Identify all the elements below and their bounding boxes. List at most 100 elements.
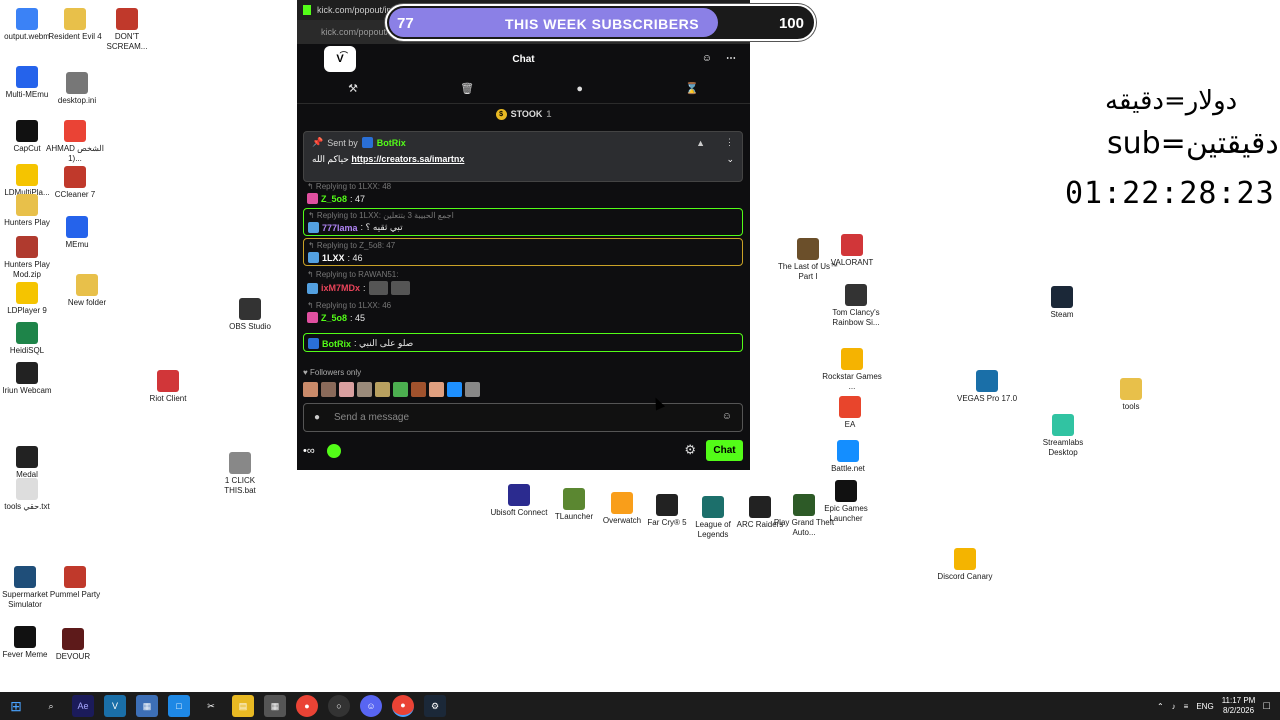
reply-context[interactable]: ↰ Replying to RAWAN51: — [307, 270, 739, 279]
emote[interactable] — [339, 382, 354, 397]
desktop-icon[interactable]: Ubisoft Connect — [488, 484, 550, 518]
discord-taskbar-icon[interactable]: ☺ — [360, 695, 382, 717]
desktop-icon[interactable]: New folder — [56, 274, 118, 308]
emote[interactable] — [393, 382, 408, 397]
chat-message[interactable]: BotRix: صلو على النبي — [303, 333, 743, 352]
desktop-icon-label: Hunters Play Mod.zip — [4, 260, 50, 279]
desktop-icon[interactable]: EA — [819, 396, 881, 430]
chevron-down-icon[interactable]: ⌄ — [726, 154, 734, 165]
kick-badge-icon[interactable] — [326, 444, 341, 458]
chat-username[interactable]: ixM7MDx — [321, 283, 360, 293]
emote[interactable] — [447, 382, 462, 397]
desktop-icon[interactable]: Iriun Webcam — [0, 362, 58, 396]
trash-icon[interactable]: 🗑 — [460, 82, 474, 95]
chat-username[interactable]: BotRix — [322, 339, 351, 349]
emote[interactable] — [390, 281, 410, 295]
desktop-icon[interactable]: LDPlayer 9 — [0, 282, 58, 316]
notifications-icon[interactable]: □ — [1263, 700, 1270, 712]
clock[interactable]: 11:17 PM 8/2/2026 — [1222, 696, 1256, 716]
pinned-link[interactable]: https://creators.sa/imartnx — [351, 154, 464, 164]
windows-start-icon[interactable]: ⊞ — [5, 695, 27, 717]
window-icon[interactable]: □ — [168, 695, 190, 717]
after-effects-icon[interactable]: Ae — [72, 695, 94, 717]
hourglass-icon[interactable]: ⌛ — [685, 82, 699, 95]
send-chat-button[interactable]: Chat — [706, 440, 743, 461]
desktop-icon[interactable]: Medal — [0, 446, 58, 480]
desktop-icon[interactable]: 1 CLICK THIS.bat — [209, 452, 271, 496]
steam-taskbar-icon[interactable]: ⚙ — [424, 695, 446, 717]
desktop-icon[interactable]: Pummel Party — [44, 566, 106, 600]
desktop-icon[interactable]: Epic Games Launcher — [815, 480, 877, 524]
desktop-icon[interactable]: desktop.ini — [46, 72, 108, 106]
chat-username[interactable]: Z_5o8 — [321, 194, 347, 204]
emote[interactable] — [465, 382, 480, 397]
text-file-icon — [16, 478, 38, 500]
desktop-icon[interactable]: OBS Studio — [219, 298, 281, 332]
emote[interactable] — [411, 382, 426, 397]
desktop-icon[interactable]: Tom Clancy's Rainbow Si... — [825, 284, 887, 328]
chat-username[interactable]: 777lama — [322, 223, 358, 233]
chat-message[interactable]: ↰ Replying to 1LXX: اجمع الحبيبة 3 بتتعل… — [303, 208, 743, 236]
desktop-icon[interactable]: Rockstar Games ... — [821, 348, 883, 392]
emote[interactable] — [375, 382, 390, 397]
desktop-icon[interactable]: Discord Canary — [934, 548, 996, 582]
chat-message[interactable]: ↰ Replying to RAWAN51: ixM7MDx: — [303, 268, 743, 297]
message-input[interactable]: ● Send a message ☺ — [303, 403, 743, 432]
chrome-active-taskbar-icon[interactable]: ● — [392, 695, 414, 717]
volume-icon[interactable]: ♪ — [1172, 702, 1176, 711]
capture-icon[interactable]: ✂ — [200, 695, 222, 717]
desktop-icon[interactable]: VEGAS Pro 17.0 — [956, 370, 1018, 404]
users-icon[interactable]: ☺ — [702, 53, 712, 64]
desktop-icon[interactable]: DEVOUR — [42, 628, 104, 662]
emote[interactable] — [357, 382, 372, 397]
desktop-icon[interactable]: DON'T SCREAM... — [96, 8, 158, 52]
desktop-icon[interactable]: Streamlabs Desktop — [1032, 414, 1094, 458]
emoji-icon[interactable]: ☺ — [722, 411, 732, 422]
emote[interactable] — [321, 382, 336, 397]
vegas-taskbar-icon[interactable]: V — [104, 695, 126, 717]
desktop-icon[interactable]: AHMAD الشخص (1... — [44, 120, 106, 164]
stook-indicator[interactable]: $ STOOK 1 — [297, 104, 750, 124]
tray-chevron-icon[interactable]: ⌃ — [1157, 702, 1164, 711]
obs-taskbar-icon[interactable]: ○ — [328, 695, 350, 717]
desktop-icon[interactable]: Steam — [1031, 286, 1093, 320]
pin-toggle-icon[interactable]: ▲ — [696, 138, 705, 148]
desktop-icon[interactable]: VALORANT — [821, 234, 883, 268]
channel-logo[interactable]: V͡ — [324, 46, 356, 72]
desktop-icon[interactable]: HeidiSQL — [0, 322, 58, 356]
chat-username[interactable]: 1LXX — [322, 253, 345, 263]
settings-gear-icon[interactable]: ⚙ — [684, 442, 696, 458]
more-options-icon[interactable]: ⋯ — [726, 53, 736, 64]
calculator-icon[interactable]: ▦ — [136, 695, 158, 717]
store-icon[interactable]: ▦ — [264, 695, 286, 717]
chat-bubble-icon[interactable]: ● — [576, 83, 583, 95]
chat-message[interactable]: ↰ Replying to 1LXX: 46 Z_5o8: 45 — [303, 299, 743, 325]
desktop-icon-label: AHMAD الشخص (1... — [46, 144, 104, 163]
pinned-more-icon[interactable]: ⋮ — [725, 137, 734, 148]
clock-time: 11:17 PM — [1221, 696, 1256, 705]
language-indicator[interactable]: ENG — [1196, 702, 1213, 711]
search-icon[interactable]: ⌕ — [40, 695, 62, 717]
shield-icon[interactable]: ● — [314, 412, 320, 423]
desktop-icon[interactable]: tools حقي.txt — [0, 478, 58, 512]
reply-context[interactable]: ↰ Replying to 1LXX: اجمع الحبيبة 3 بتتعل… — [308, 211, 738, 220]
gavel-icon[interactable]: ⚒ — [348, 82, 358, 95]
file-explorer-icon[interactable]: ▤ — [232, 695, 254, 717]
emote[interactable] — [368, 281, 388, 295]
reply-context[interactable]: ↰ Replying to Z_5o8: 47 — [308, 241, 738, 250]
pinned-user[interactable]: BotRix — [377, 138, 406, 148]
points-icon[interactable]: •∞ — [303, 445, 315, 457]
network-icon[interactable]: ≡ — [1184, 702, 1189, 711]
reply-context[interactable]: ↰ Replying to 1LXX: 46 — [307, 301, 739, 310]
chrome-taskbar-icon[interactable]: ● — [296, 695, 318, 717]
desktop-icon[interactable]: tools — [1100, 378, 1162, 412]
desktop-icon[interactable]: Hunters Play Mod.zip — [0, 236, 58, 280]
desktop-icon[interactable]: Riot Client — [137, 370, 199, 404]
chat-message[interactable]: ↰ Replying to 1LXX: 48 Z_5o8: 47 — [303, 180, 743, 206]
desktop-icon[interactable]: Battle.net — [817, 440, 879, 474]
chat-username[interactable]: Z_5o8 — [321, 313, 347, 323]
chat-message[interactable]: ↰ Replying to Z_5o8: 47 1LXX: 46 — [303, 238, 743, 266]
reply-context[interactable]: ↰ Replying to 1LXX: 48 — [307, 182, 739, 191]
emote[interactable] — [429, 382, 444, 397]
emote[interactable] — [303, 382, 318, 397]
